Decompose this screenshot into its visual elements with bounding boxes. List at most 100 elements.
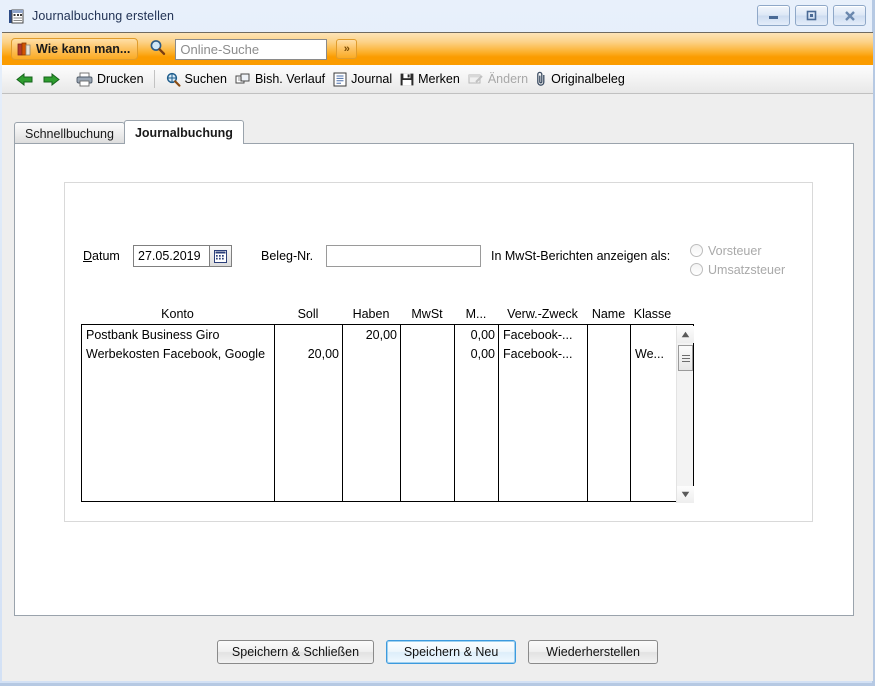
cell-soll[interactable]: [275, 325, 343, 344]
cell-konto[interactable]: Postbank Business Giro: [82, 325, 275, 344]
toolbar-label: Originalbeleg: [551, 72, 625, 86]
beleg-nr-label: Beleg-Nr.: [261, 249, 314, 263]
wiederherstellen-button[interactable]: Wiederherstellen: [528, 639, 659, 664]
grid-header-haben[interactable]: Haben: [342, 304, 400, 324]
minimize-icon: [769, 16, 778, 19]
speichern-schliessen-button[interactable]: Speichern & Schließen: [216, 639, 375, 664]
grid-rows: Postbank Business Giro 20,00 0,00 Facebook-…: [82, 325, 693, 363]
button-label: Speichern & Neu: [403, 644, 499, 659]
beleg-nr-input[interactable]: [326, 245, 482, 267]
scroll-up-button[interactable]: [677, 326, 694, 343]
mwst-radio-group: Vorsteuer Umsatzsteuer: [690, 241, 785, 279]
cell-name[interactable]: [588, 325, 631, 344]
radio-umsatzsteuer[interactable]: Umsatzsteuer: [690, 260, 785, 279]
cell-m[interactable]: 0,00: [455, 344, 499, 363]
chevron-double-right-icon: »: [343, 43, 350, 55]
toolbar-label: Journal: [351, 72, 393, 86]
cell-m[interactable]: 0,00: [455, 325, 499, 344]
datum-label: Datum: [83, 249, 120, 263]
radio-label: Vorsteuer: [708, 243, 762, 258]
tab-schnellbuchung[interactable]: Schnellbuchung: [14, 122, 125, 144]
search-expand-button[interactable]: »: [336, 39, 358, 59]
cell-soll[interactable]: 20,00: [275, 344, 343, 363]
close-button[interactable]: [833, 5, 866, 26]
button-label: Speichern & Schließen: [231, 644, 360, 659]
tab-strip: Schnellbuchung Journalbuchung: [14, 120, 244, 144]
toolbar-separator: [153, 70, 155, 88]
toolbar-item-merken[interactable]: Merken: [396, 67, 464, 91]
toolbar-item-journal[interactable]: Journal: [329, 67, 396, 91]
cell-zweck[interactable]: Facebook-...: [499, 344, 588, 363]
printer-icon: [76, 72, 93, 86]
scroll-down-icon: [681, 491, 690, 498]
toolbar-label: Merken: [418, 72, 460, 86]
cell-zweck[interactable]: Facebook-...: [499, 325, 588, 344]
cell-haben[interactable]: [343, 344, 401, 363]
datum-value: 27.05.2019: [138, 249, 201, 263]
calendar-button[interactable]: [210, 245, 232, 267]
back-arrow-icon: [16, 72, 33, 86]
how-can-i-label: Wie kann man...: [36, 42, 131, 56]
calendar-icon: [214, 249, 227, 263]
scroll-down-button[interactable]: [677, 486, 694, 503]
window-controls: [757, 5, 866, 26]
grid-header-mwst[interactable]: MwSt: [400, 304, 454, 324]
search-icon[interactable]: [149, 39, 166, 59]
grid-header-row: Konto Soll Haben MwSt M... Verw.-Zweck Name Kla…: [81, 304, 694, 325]
minimize-button[interactable]: [757, 5, 790, 26]
radio-vorsteuer[interactable]: Vorsteuer: [690, 241, 785, 260]
back-button[interactable]: [12, 67, 38, 91]
table-row[interactable]: Postbank Business Giro 20,00 0,00 Facebook-…: [82, 325, 693, 344]
cell-mwst[interactable]: [401, 344, 455, 363]
cell-klasse[interactable]: [631, 325, 676, 344]
scroll-thumb[interactable]: [678, 345, 693, 371]
form-row: Datum 27.05.2019 Beleg-Nr.: [83, 245, 482, 267]
cell-name[interactable]: [588, 344, 631, 363]
datum-input[interactable]: 27.05.2019: [133, 245, 210, 267]
radio-label: Umsatzsteuer: [708, 262, 786, 277]
grid-header-konto[interactable]: Konto: [81, 304, 274, 324]
toolbar-item-originalbeleg[interactable]: Originalbeleg: [532, 67, 629, 91]
cell-haben[interactable]: 20,00: [343, 325, 401, 344]
cell-mwst[interactable]: [401, 325, 455, 344]
how-can-i-button[interactable]: Wie kann man...: [11, 38, 139, 60]
maximize-button[interactable]: [795, 5, 828, 26]
forward-arrow-icon: [43, 72, 60, 86]
grip-line: [681, 360, 690, 362]
grid-header-klasse[interactable]: Klasse: [630, 304, 675, 324]
grid-header-soll[interactable]: Soll: [274, 304, 342, 324]
online-search-input[interactable]: Online-Suche: [175, 38, 328, 60]
speichern-neu-button[interactable]: Speichern & Neu: [386, 639, 517, 664]
toolbar-item-verlauf[interactable]: Bish. Verlauf: [231, 67, 329, 91]
grid-header-name[interactable]: Name: [587, 304, 630, 324]
edit-icon: [468, 74, 483, 84]
grip-line: [681, 357, 690, 359]
online-search-band: Wie kann man... Online-Suche »: [2, 32, 873, 65]
table-row[interactable]: Werbekosten Facebook, Google 20,00 0,00 Fac…: [82, 344, 693, 363]
grid-body: Postbank Business Giro 20,00 0,00 Facebook-…: [81, 325, 694, 502]
toolbar-label: Drucken: [97, 72, 144, 86]
journal-icon: [333, 72, 347, 86]
tab-journalbuchung[interactable]: Journalbuchung: [123, 120, 244, 144]
grid-vertical-scrollbar[interactable]: [676, 326, 694, 503]
toolbar-item-suchen[interactable]: Suchen: [161, 67, 231, 91]
booking-group-panel: Datum 27.05.2019 Beleg-Nr. In MwSt-Beric…: [64, 182, 813, 522]
title-bar: Journalbuchung erstellen: [0, 0, 875, 32]
grid-header-zweck[interactable]: Verw.-Zweck: [498, 304, 587, 324]
save-icon: [400, 73, 414, 85]
booking-lines-grid: Konto Soll Haben MwSt M... Verw.-Zweck Name Kla…: [81, 304, 694, 503]
radio-icon: [690, 263, 703, 276]
cell-klasse[interactable]: We...: [631, 344, 676, 363]
toolbar-item-aendern[interactable]: Ändern: [464, 67, 532, 91]
window-title: Journalbuchung erstellen: [32, 9, 175, 23]
search-document-icon: [166, 72, 181, 87]
toolbar-label: Ändern: [487, 72, 529, 86]
toolbar-label: Bish. Verlauf: [254, 72, 326, 86]
grid-header-m[interactable]: M...: [454, 304, 498, 324]
toolbar-item-drucken[interactable]: Drucken: [72, 67, 148, 91]
tab-page-journalbuchung: Datum 27.05.2019 Beleg-Nr. In MwSt-Beric…: [14, 143, 854, 616]
grip-line: [681, 354, 690, 356]
forward-button[interactable]: [38, 67, 64, 91]
paperclip-icon: [537, 71, 545, 86]
cell-konto[interactable]: Werbekosten Facebook, Google: [82, 344, 275, 363]
